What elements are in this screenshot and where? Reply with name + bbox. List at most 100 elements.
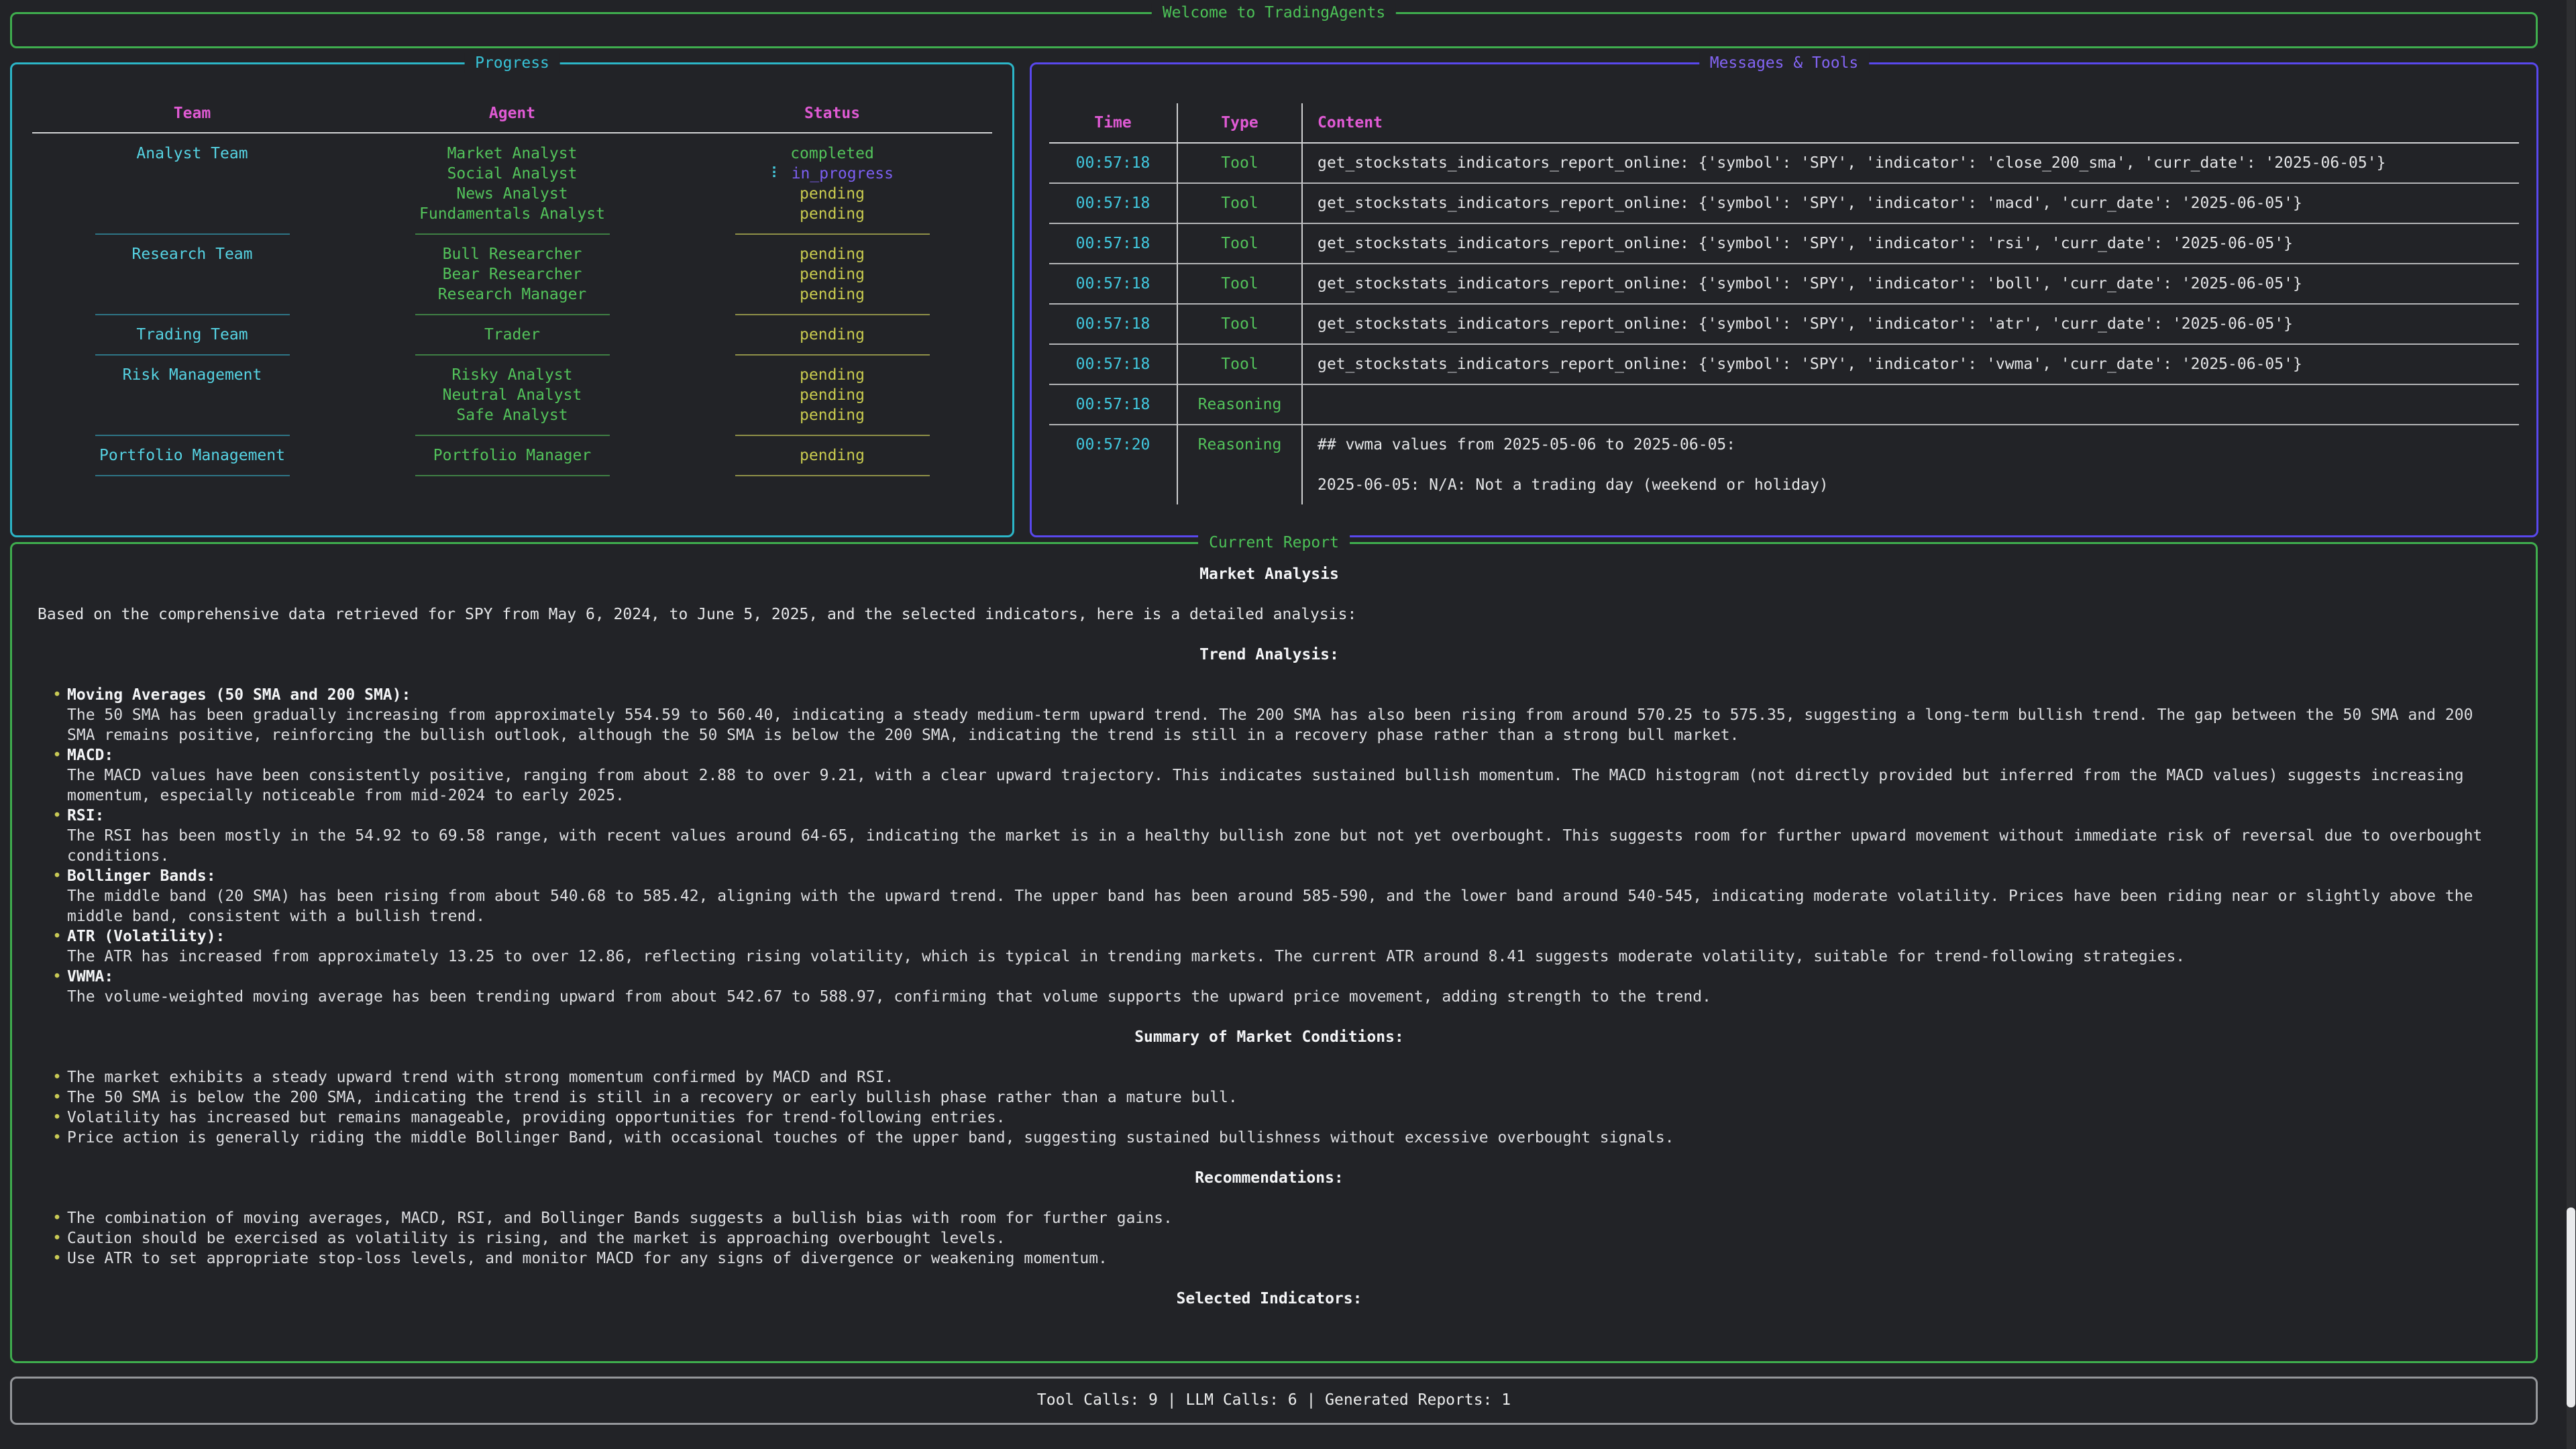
- report-bullet: •Use ATR to set appropriate stop-loss le…: [47, 1248, 2501, 1269]
- separator-cell: [32, 466, 352, 486]
- separator-cell: [672, 345, 992, 365]
- bullet-content: The 50 SMA is below the 200 SMA, indicat…: [67, 1087, 2501, 1108]
- bullet-label: Moving Averages (50 SMA and 200 SMA):: [67, 685, 2501, 705]
- report-content: Market AnalysisBased on the comprehensiv…: [38, 564, 2501, 1309]
- status-cell: pending: [672, 244, 992, 264]
- agent-cell: Fundamentals Analyst: [352, 204, 672, 224]
- report-bullet: •MACD:The MACD values have been consiste…: [47, 745, 2501, 806]
- agent-cell: Market Analyst: [352, 144, 672, 164]
- separator-cell: [32, 345, 352, 365]
- report-bullet: •The combination of moving averages, MAC…: [47, 1208, 2501, 1228]
- separator-line: [95, 354, 290, 356]
- status-cell: pending: [672, 204, 992, 224]
- message-time: 00:57:18: [1049, 264, 1177, 305]
- status-cell: pending: [672, 385, 992, 405]
- agent-cell: Portfolio Manager: [352, 445, 672, 466]
- team-cell: [32, 264, 352, 284]
- report-bullet: •The market exhibits a steady upward tre…: [47, 1067, 2501, 1087]
- separator-line: [735, 475, 930, 476]
- bullet-content: RSI:The RSI has been mostly in the 54.92…: [67, 806, 2501, 866]
- report-bullet: •Caution should be exercised as volatili…: [47, 1228, 2501, 1248]
- bullet-icon: •: [47, 1208, 67, 1228]
- bullet-icon: •: [47, 806, 67, 866]
- message-type: Reasoning: [1177, 385, 1301, 425]
- progress-row: Analyst TeamMarket Analystcompleted: [32, 144, 992, 164]
- current-report-panel: Current Report Market AnalysisBased on t…: [10, 542, 2538, 1363]
- separator-line: [735, 354, 930, 356]
- message-row: 00:57:18Toolget_stockstats_indicators_re…: [1049, 224, 2519, 264]
- bullet-label: Bollinger Bands:: [67, 866, 2501, 886]
- agent-cell: Risky Analyst: [352, 365, 672, 385]
- bullet-icon: •: [47, 1108, 67, 1128]
- bullet-icon: •: [47, 745, 67, 806]
- separator-line: [95, 475, 290, 476]
- bullet-content: Bollinger Bands:The middle band (20 SMA)…: [67, 866, 2501, 926]
- report-bullet: •ATR (Volatility):The ATR has increased …: [47, 926, 2501, 967]
- scrollbar-thumb[interactable]: [2567, 1208, 2575, 1407]
- message-type: Tool: [1177, 144, 1301, 184]
- bullet-content: Moving Averages (50 SMA and 200 SMA):The…: [67, 685, 2501, 745]
- team-cell: [32, 164, 352, 184]
- progress-panel-title: Progress: [464, 53, 560, 73]
- report-intro: Based on the comprehensive data retrieve…: [38, 604, 2501, 625]
- report-section-heading: Trend Analysis:: [38, 645, 2501, 665]
- progress-row: News Analystpending: [32, 184, 992, 204]
- report-bullet: •Moving Averages (50 SMA and 200 SMA):Th…: [47, 685, 2501, 745]
- message-time: 00:57:18: [1049, 385, 1177, 425]
- message-time: 00:57:18: [1049, 224, 1177, 264]
- progress-column-header: Agent: [352, 103, 672, 123]
- separator-cell: [352, 224, 672, 244]
- messages-column-header: Time: [1049, 103, 1177, 144]
- separator-line: [735, 435, 930, 436]
- report-bullet-list: •Moving Averages (50 SMA and 200 SMA):Th…: [38, 685, 2501, 1007]
- message-row: 00:57:18Toolget_stockstats_indicators_re…: [1049, 264, 2519, 305]
- message-type: Tool: [1177, 264, 1301, 305]
- progress-row: Risk ManagementRisky Analystpending: [32, 365, 992, 385]
- team-cell: [32, 405, 352, 425]
- progress-row: Safe Analystpending: [32, 405, 992, 425]
- report-section-heading: Recommendations:: [38, 1168, 2501, 1188]
- bullet-text: The combination of moving averages, MACD…: [67, 1208, 2501, 1228]
- message-content: get_stockstats_indicators_report_online:…: [1301, 345, 2519, 385]
- bullet-content: ATR (Volatility):The ATR has increased f…: [67, 926, 2501, 967]
- progress-group-separator: [32, 466, 992, 486]
- message-time: 00:57:18: [1049, 345, 1177, 385]
- bullet-content: VWMA:The volume-weighted moving average …: [67, 967, 2501, 1007]
- separator-cell: [32, 305, 352, 325]
- separator-cell: [352, 425, 672, 445]
- separator-cell: [672, 466, 992, 486]
- status-cell: pending: [672, 325, 992, 345]
- team-cell: Research Team: [32, 244, 352, 264]
- bullet-content: Caution should be exercised as volatilit…: [67, 1228, 2501, 1248]
- message-row: 00:57:18Reasoning: [1049, 385, 2519, 425]
- message-time: 00:57:18: [1049, 305, 1177, 345]
- message-type: Reasoning: [1177, 425, 1301, 504]
- separator-cell: [32, 425, 352, 445]
- message-time: 00:57:18: [1049, 144, 1177, 184]
- progress-group-separator: [32, 224, 992, 244]
- message-type: Tool: [1177, 224, 1301, 264]
- progress-panel: Progress TeamAgentStatus Analyst TeamMar…: [10, 62, 1014, 537]
- bullet-text: The 50 SMA has been gradually increasing…: [67, 705, 2501, 745]
- bullet-icon: •: [47, 967, 67, 1007]
- messages-tools-panel: Messages & Tools TimeTypeContent00:57:18…: [1030, 62, 2538, 537]
- bullet-text: Price action is generally riding the mid…: [67, 1128, 2501, 1148]
- status-cell: ⠇ in_progress: [672, 164, 992, 184]
- report-bullet: •Bollinger Bands:The middle band (20 SMA…: [47, 866, 2501, 926]
- report-bullet-list: •The market exhibits a steady upward tre…: [38, 1067, 2501, 1148]
- bullet-text: Use ATR to set appropriate stop-loss lev…: [67, 1248, 2501, 1269]
- separator-cell: [32, 224, 352, 244]
- report-bullet: •RSI:The RSI has been mostly in the 54.9…: [47, 806, 2501, 866]
- spinner-icon: ⠇: [771, 165, 792, 182]
- bullet-label: RSI:: [67, 806, 2501, 826]
- messages-column-header: Type: [1177, 103, 1301, 144]
- report-panel-title: Current Report: [1198, 533, 1350, 553]
- separator-line: [415, 475, 610, 476]
- status-cell: pending: [672, 184, 992, 204]
- welcome-title: Welcome to TradingAgents: [1152, 3, 1396, 23]
- bullet-text: Caution should be exercised as volatilit…: [67, 1228, 2501, 1248]
- progress-group-separator: [32, 305, 992, 325]
- separator-cell: [672, 425, 992, 445]
- bullet-icon: •: [47, 1087, 67, 1108]
- message-content: get_stockstats_indicators_report_online:…: [1301, 264, 2519, 305]
